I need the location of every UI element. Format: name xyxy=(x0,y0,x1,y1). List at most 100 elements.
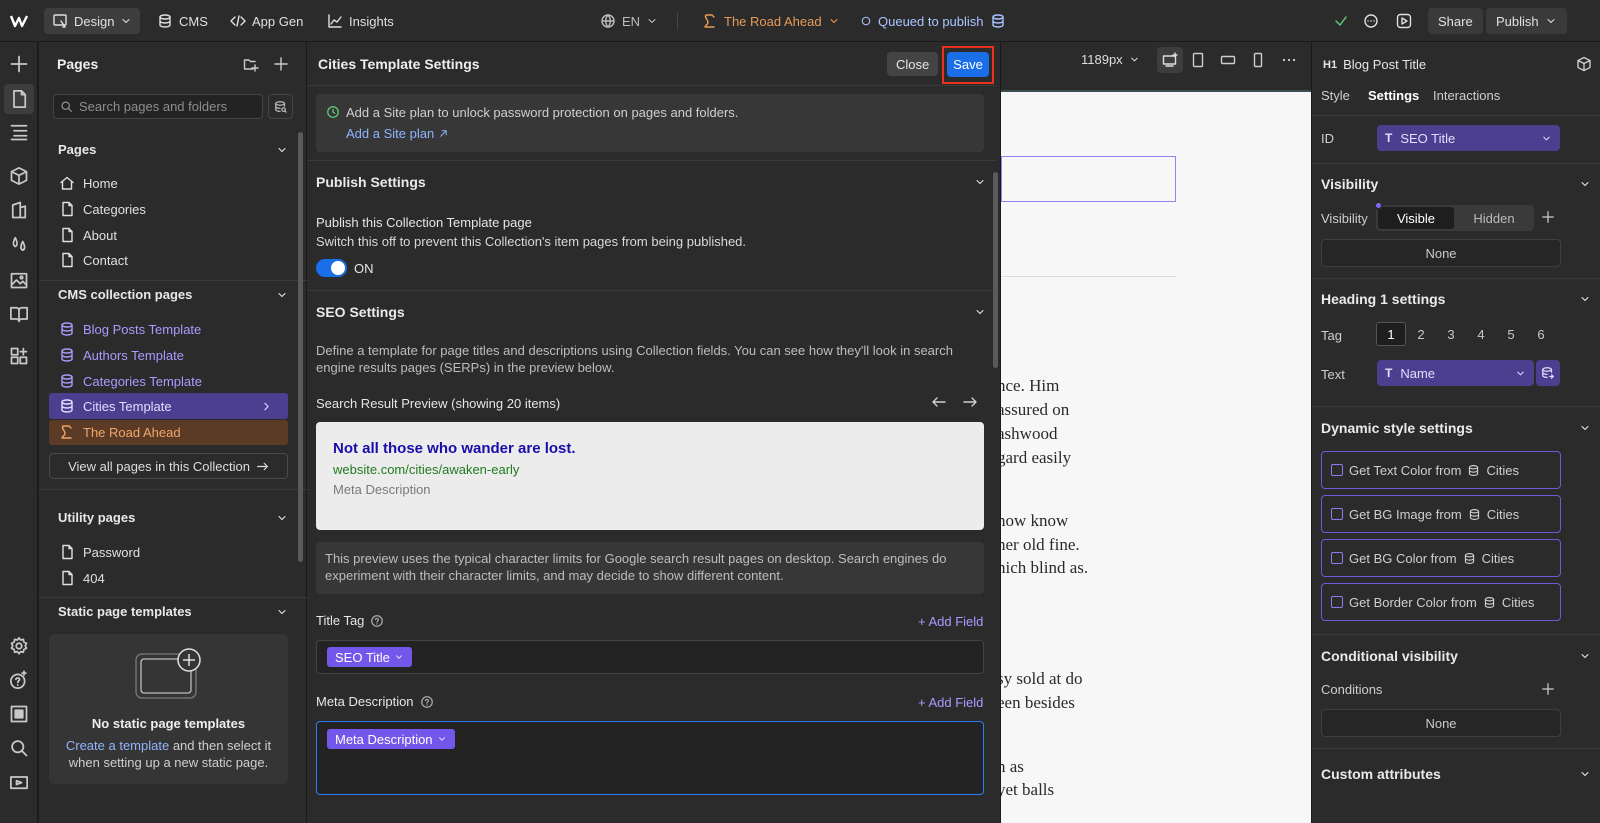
tab-settings[interactable]: Settings xyxy=(1368,88,1419,103)
publish-settings-header[interactable]: Publish Settings xyxy=(316,174,986,190)
dynamic-bg-image-checkbox[interactable] xyxy=(1331,508,1343,520)
page-item-home[interactable]: Home xyxy=(59,172,118,194)
webflow-logo[interactable] xyxy=(10,8,28,34)
text-binding-cms-button[interactable] xyxy=(1536,360,1560,386)
more-options-button[interactable] xyxy=(1281,52,1297,68)
tag-option-2[interactable]: 2 xyxy=(1406,322,1436,346)
publish-button[interactable]: Publish xyxy=(1486,8,1567,34)
locale-selector[interactable]: EN xyxy=(600,8,658,34)
custom-attributes-header[interactable]: Custom attributes xyxy=(1321,766,1591,782)
preview-button[interactable] xyxy=(1396,8,1412,34)
pages-section-header[interactable]: Pages xyxy=(58,142,288,157)
pages-button[interactable] xyxy=(4,84,34,114)
view-all-pages-button[interactable]: View all pages in this Collection xyxy=(49,453,288,479)
design-mode-button[interactable]: Design xyxy=(44,8,141,34)
canvas-width-selector[interactable]: 1189px xyxy=(1081,52,1140,67)
settings-button[interactable] xyxy=(9,636,29,656)
audit-button[interactable] xyxy=(9,704,29,724)
utility-page-404[interactable]: 404 xyxy=(59,567,105,589)
component-button[interactable] xyxy=(1576,56,1592,72)
cms-page-cities-expand[interactable] xyxy=(260,400,273,413)
hidden-option[interactable]: Hidden xyxy=(1456,207,1532,229)
selected-heading-outline[interactable] xyxy=(1001,156,1176,202)
search-pages-input[interactable]: Search pages and folders xyxy=(53,94,263,119)
insights-button[interactable]: Insights xyxy=(327,8,394,34)
assets-button[interactable] xyxy=(9,270,29,290)
cms-pages-section-header[interactable]: CMS collection pages xyxy=(58,287,288,302)
publish-status[interactable]: Queued to publish xyxy=(860,8,1006,34)
breakpoint-portrait-button[interactable] xyxy=(1250,52,1266,68)
cms-button[interactable]: CMS xyxy=(157,8,208,34)
help-button[interactable] xyxy=(9,670,29,690)
apps-button[interactable] xyxy=(9,346,29,366)
search-cms-button[interactable] xyxy=(268,94,293,119)
visibility-section-header[interactable]: Visibility xyxy=(1321,176,1591,192)
page-item-contact[interactable]: Contact xyxy=(59,249,128,271)
preview-next-button[interactable] xyxy=(962,394,978,410)
text-field-binding[interactable]: T Name xyxy=(1377,360,1534,386)
video-tutorials-button[interactable] xyxy=(9,772,29,792)
close-button[interactable]: Close xyxy=(887,52,939,76)
conditional-visibility-header[interactable]: Conditional visibility xyxy=(1321,648,1591,664)
search-button[interactable] xyxy=(9,738,29,758)
page-item-about[interactable]: About xyxy=(59,224,117,246)
share-button[interactable]: Share xyxy=(1428,8,1483,34)
breakpoint-tablet-button[interactable] xyxy=(1190,52,1206,68)
variables-button[interactable] xyxy=(9,200,29,220)
current-page-selector[interactable]: The Road Ahead xyxy=(702,8,840,34)
tag-option-4[interactable]: 4 xyxy=(1466,322,1496,346)
save-button[interactable]: Save xyxy=(947,52,989,77)
seo-title-field-pill[interactable]: SEO Title xyxy=(327,647,412,667)
navigator-button[interactable] xyxy=(9,122,29,142)
preview-prev-button[interactable] xyxy=(931,394,947,410)
title-tag-add-field-button[interactable]: + Add Field xyxy=(918,614,983,629)
dynamic-style-header[interactable]: Dynamic style settings xyxy=(1321,420,1591,436)
utility-page-password[interactable]: Password xyxy=(59,541,140,563)
utility-pages-section-header[interactable]: Utility pages xyxy=(58,510,288,525)
add-site-plan-link[interactable]: Add a Site plan xyxy=(346,126,449,141)
tab-style[interactable]: Style xyxy=(1321,88,1350,103)
create-template-link[interactable]: Create a template xyxy=(66,738,169,753)
add-elements-button[interactable] xyxy=(9,54,29,74)
settings-scrollbar[interactable] xyxy=(993,172,998,368)
new-folder-button[interactable] xyxy=(243,56,259,72)
pages-scrollbar[interactable] xyxy=(298,132,303,562)
tag-option-1[interactable]: 1 xyxy=(1376,322,1406,346)
components-button[interactable] xyxy=(9,166,29,186)
meta-description-input[interactable]: Meta Description xyxy=(316,721,984,795)
app-gen-button[interactable]: App Gen xyxy=(230,8,303,34)
tab-interactions[interactable]: Interactions xyxy=(1433,88,1500,103)
publish-toggle[interactable] xyxy=(316,259,347,277)
dynamic-text-color-checkbox[interactable] xyxy=(1331,464,1343,476)
comments-button[interactable] xyxy=(1363,8,1379,34)
cms-page-authors[interactable]: Authors Template xyxy=(59,344,184,366)
seo-settings-header[interactable]: SEO Settings xyxy=(316,304,986,320)
cms-page-categories[interactable]: Categories Template xyxy=(59,370,202,392)
id-field-binding[interactable]: T SEO Title xyxy=(1377,125,1560,151)
help-circle-icon[interactable] xyxy=(420,695,434,709)
cms-page-blog-posts[interactable]: Blog Posts Template xyxy=(59,318,201,340)
add-visibility-condition-button[interactable] xyxy=(1541,210,1555,224)
breakpoint-desktop-button[interactable] xyxy=(1157,47,1183,73)
visibility-none-box[interactable]: None xyxy=(1321,239,1561,267)
dynamic-bg-color-checkbox[interactable] xyxy=(1331,552,1343,564)
meta-description-field-pill[interactable]: Meta Description xyxy=(327,729,455,749)
cms-page-cities[interactable]: Cities Template xyxy=(59,395,172,417)
new-page-button[interactable] xyxy=(273,56,289,72)
dynamic-border-color-row[interactable]: Get Border Color from Cities xyxy=(1321,583,1561,621)
static-templates-section-header[interactable]: Static page templates xyxy=(58,604,288,619)
visible-option[interactable]: Visible xyxy=(1378,207,1454,229)
dynamic-bg-color-row[interactable]: Get BG Color from Cities xyxy=(1321,539,1561,577)
tag-option-5[interactable]: 5 xyxy=(1496,322,1526,346)
tag-option-6[interactable]: 6 xyxy=(1526,322,1556,346)
add-condition-button[interactable] xyxy=(1541,682,1555,696)
cms-item-the-road-ahead[interactable]: The Road Ahead xyxy=(59,421,181,443)
page-item-categories[interactable]: Categories xyxy=(59,198,146,220)
conditions-none-box[interactable]: None xyxy=(1321,709,1561,737)
help-circle-icon[interactable] xyxy=(370,614,384,628)
title-tag-input[interactable]: SEO Title xyxy=(316,640,984,674)
cms-panel-button[interactable] xyxy=(9,304,29,324)
style-selectors-button[interactable] xyxy=(9,234,29,254)
tag-option-3[interactable]: 3 xyxy=(1436,322,1466,346)
check-button[interactable] xyxy=(1333,8,1349,34)
